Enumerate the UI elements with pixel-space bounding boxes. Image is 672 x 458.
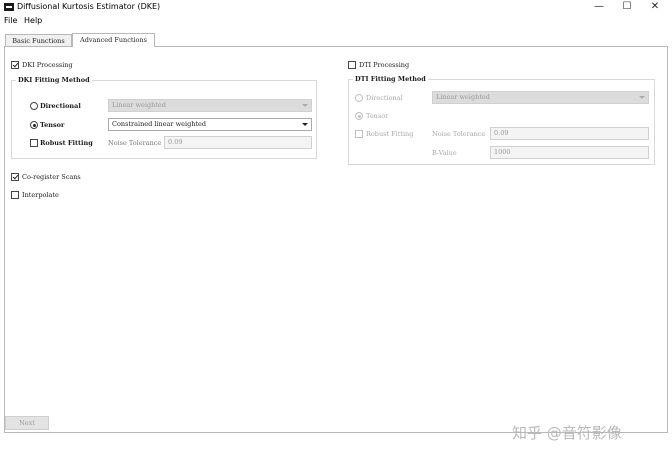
maximize-icon[interactable]: ☐ [620, 1, 634, 13]
dki-directional-label: Directional [40, 102, 81, 110]
dki-processing-checkbox[interactable] [11, 61, 19, 69]
dti-tensor-label: Tensor [366, 112, 389, 120]
dti-robust-fitting-checkbox[interactable] [355, 130, 363, 138]
chevron-down-icon [302, 123, 308, 126]
dti-directional-value: Linear weighted [436, 93, 490, 101]
dki-noise-tolerance-input[interactable]: 0.09 [164, 136, 312, 149]
interpolate-checkbox[interactable] [11, 191, 19, 199]
dti-robust-fitting-label: Robust Fitting [366, 130, 414, 138]
dki-tensor-dropdown[interactable]: Constrained linear weighted [108, 118, 312, 131]
tab-advanced-functions[interactable]: Advanced Functions [72, 33, 155, 47]
chevron-down-icon [302, 104, 308, 107]
dti-processing-checkbox[interactable] [348, 61, 356, 69]
window-title: Diffusional Kurtosis Estimator (DKE) [17, 2, 161, 11]
watermark: 知乎 @音符影像 [512, 424, 622, 442]
dti-bvalue-label: B-Value [432, 149, 457, 157]
dki-processing-label: DKI Processing [22, 61, 73, 69]
coregister-scans-label: Co-register Scans [22, 173, 81, 181]
dti-directional-dropdown[interactable]: Linear weighted [432, 91, 649, 104]
dti-group-title: DTI Fitting Method [353, 75, 428, 83]
dki-group-title: DKI Fitting Method [16, 76, 92, 84]
dki-tensor-radio[interactable] [30, 121, 38, 129]
dki-directional-dropdown[interactable]: Linear weighted [108, 99, 312, 112]
dki-tensor-label: Tensor [40, 121, 65, 129]
dti-bvalue-input[interactable]: 1000 [490, 146, 649, 159]
next-button[interactable]: Next [5, 416, 49, 430]
menu-bar: File Help [0, 15, 672, 28]
close-icon[interactable]: ✕ [648, 1, 662, 13]
dki-robust-fitting-label: Robust Fitting [40, 139, 93, 147]
dki-robust-fitting-checkbox[interactable] [30, 139, 38, 147]
chevron-down-icon [639, 96, 645, 99]
dti-processing-label: DTI Processing [359, 61, 410, 69]
minimize-icon[interactable]: — [592, 1, 606, 13]
dki-noise-tolerance-label: Noise Tolerance [108, 139, 162, 147]
dki-directional-value: Linear weighted [112, 101, 166, 109]
dti-directional-label: Directional [366, 94, 403, 102]
dti-noise-tolerance-label: Noise Tolerance [432, 130, 486, 138]
menu-file[interactable]: File [4, 16, 17, 25]
dti-tensor-radio[interactable] [355, 112, 363, 120]
coregister-scans-checkbox[interactable] [11, 173, 19, 181]
menu-help[interactable]: Help [24, 16, 42, 25]
title-bar: Diffusional Kurtosis Estimator (DKE) — ☐… [0, 0, 672, 15]
app-icon [4, 3, 14, 11]
dti-noise-tolerance-input[interactable]: 0.09 [490, 127, 649, 140]
dki-directional-radio[interactable] [30, 102, 38, 110]
interpolate-label: Interpolate [22, 191, 59, 199]
dti-directional-radio[interactable] [355, 94, 363, 102]
dki-tensor-value: Constrained linear weighted [112, 120, 207, 128]
